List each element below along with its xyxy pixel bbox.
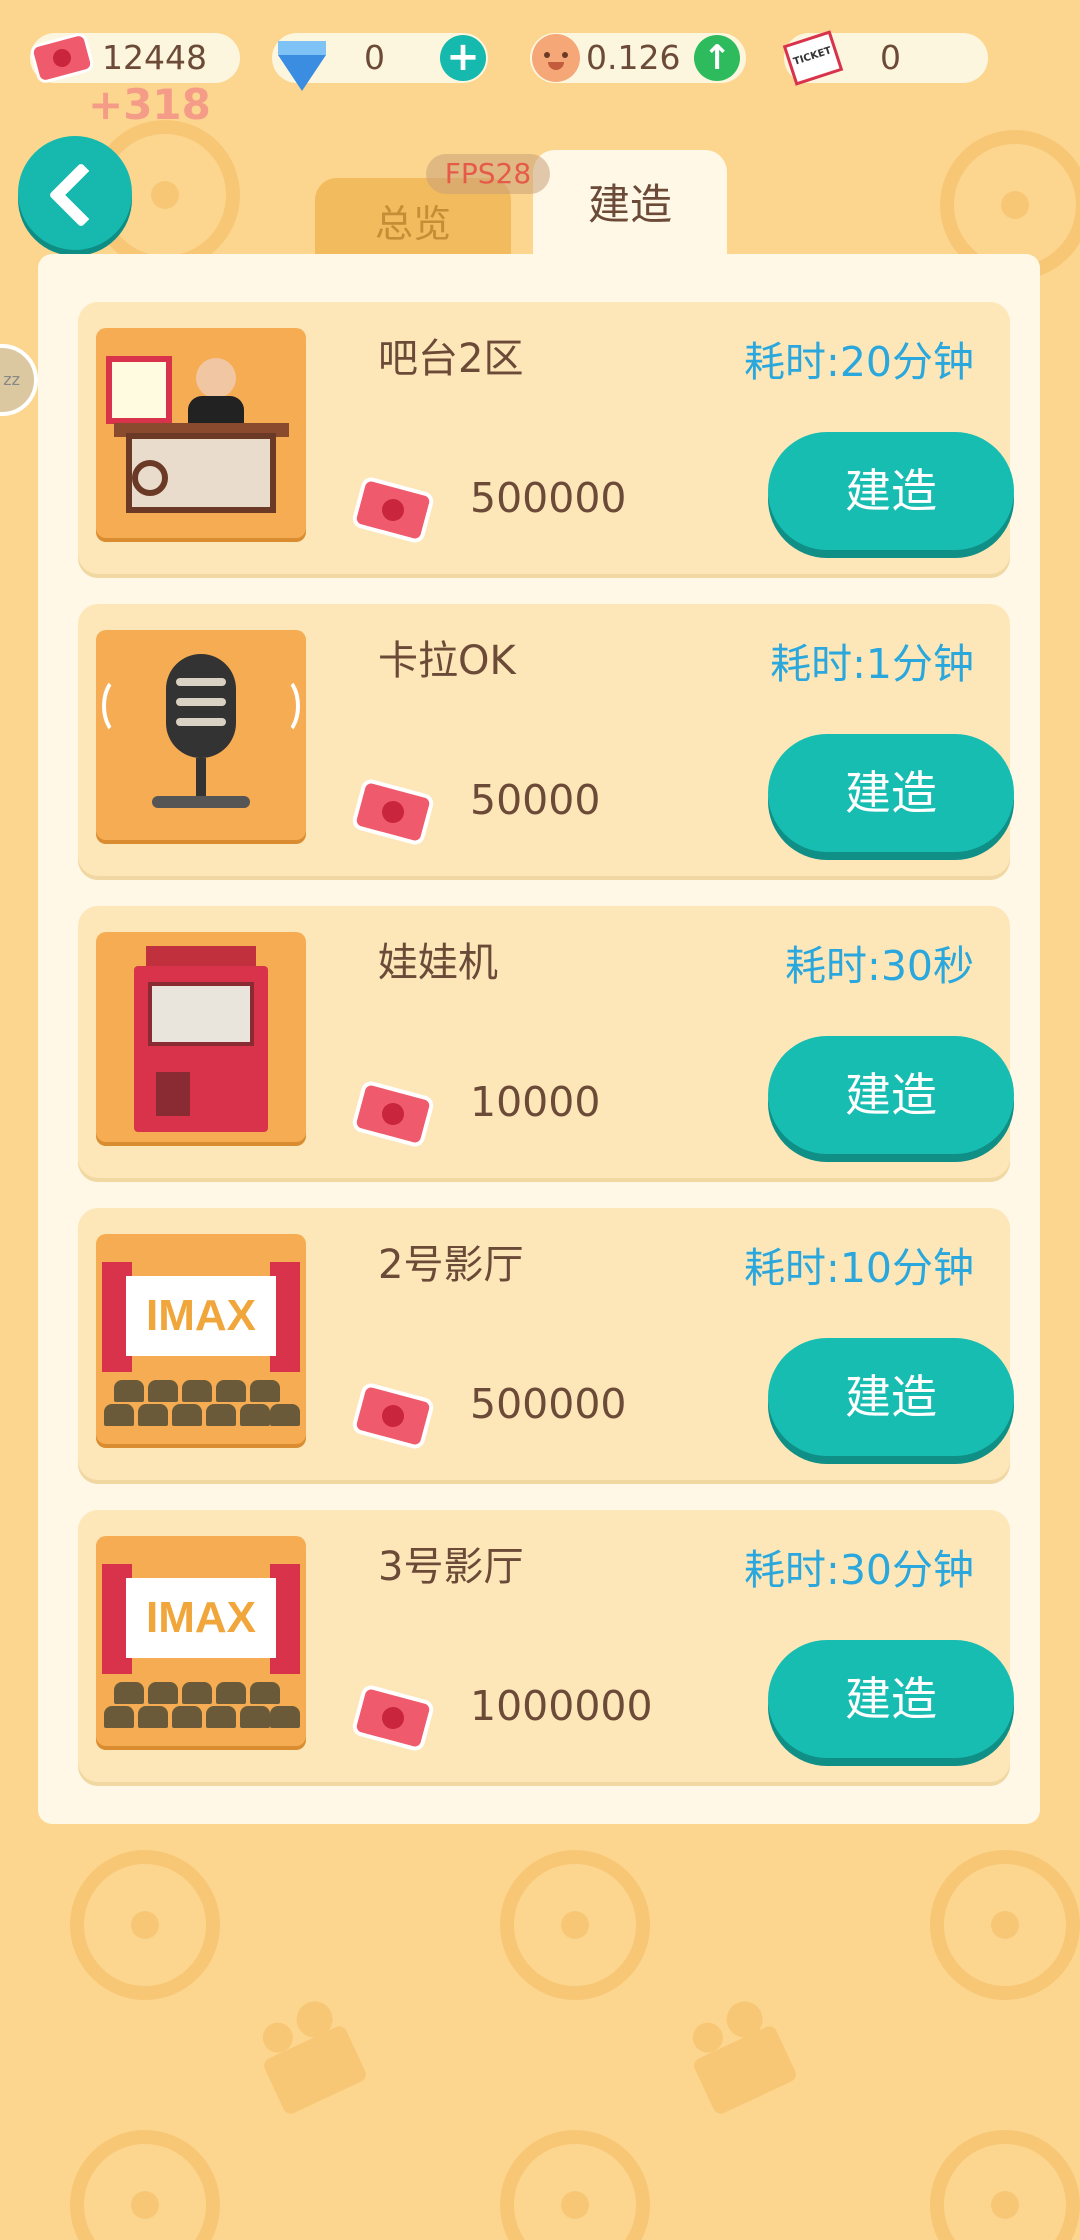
claw-machine-thumbnail (96, 932, 306, 1142)
tab-build-label: 建造 (587, 180, 672, 229)
item-name: 吧台2区 (378, 336, 524, 382)
item-name: 2号影厅 (378, 1242, 524, 1288)
item-price: 50000 (470, 776, 601, 824)
ticket-value: 0 (880, 38, 901, 77)
camera-icon (691, 2023, 799, 2117)
build-card-karaoke: 卡拉OK 50000 耗时:1分钟 建造 (78, 604, 1014, 880)
microphone-thumbnail (96, 630, 306, 840)
build-time: 耗时:10分钟 (744, 1244, 974, 1292)
rate-value: 0.126 (586, 38, 681, 77)
income-popup: +318 (88, 80, 211, 129)
film-reel-icon (930, 2130, 1080, 2240)
film-reel-icon (500, 1850, 650, 2000)
item-name: 卡拉OK (378, 638, 516, 684)
cash-icon (355, 1386, 431, 1446)
fps-counter: FPS28 (426, 154, 550, 194)
build-card-snack-bar: 吧台2区 500000 耗时:20分钟 建造 (78, 302, 1014, 578)
item-price: 500000 (470, 474, 627, 522)
imax-hall-thumbnail: IMAX (96, 1536, 306, 1746)
cash-value: 12448 (102, 38, 207, 77)
build-card-claw-machine: 娃娃机 10000 耗时:30秒 建造 (78, 906, 1014, 1182)
item-price: 500000 (470, 1380, 627, 1428)
build-button[interactable]: 建造 (768, 734, 1014, 852)
film-reel-icon (70, 2130, 220, 2240)
film-reel-icon (70, 1850, 220, 2000)
build-button[interactable]: 建造 (768, 432, 1014, 550)
ticket-counter: TICKET 0 (782, 30, 988, 86)
cash-icon (355, 782, 431, 842)
build-time: 耗时:30秒 (785, 942, 974, 990)
audience-face-icon (532, 34, 580, 82)
cash-counter: 12448 (30, 33, 240, 83)
item-name: 娃娃机 (378, 940, 498, 986)
back-button[interactable] (18, 136, 132, 250)
gem-icon (278, 41, 326, 91)
build-time: 耗时:1分钟 (770, 640, 974, 688)
tab-build[interactable]: 建造 (533, 150, 727, 260)
tab-overview-label: 总览 (374, 202, 451, 246)
build-time: 耗时:20分钟 (744, 338, 974, 386)
cash-icon (355, 1084, 431, 1144)
imax-hall-thumbnail: IMAX (96, 1234, 306, 1444)
build-card-hall-2: IMAX 2号影厅 500000 耗时:10分钟 建造 (78, 1208, 1014, 1484)
item-price: 1000000 (470, 1682, 653, 1730)
build-button[interactable]: 建造 (768, 1338, 1014, 1456)
item-name: 3号影厅 (378, 1544, 524, 1590)
cash-icon (32, 34, 92, 82)
cash-icon (355, 1688, 431, 1748)
add-gems-button[interactable]: + (440, 35, 486, 81)
camera-icon (261, 2023, 369, 2117)
build-card-hall-3: IMAX 3号影厅 1000000 耗时:30分钟 建造 (78, 1510, 1014, 1786)
upgrade-rate-button[interactable]: ↑ (694, 35, 740, 81)
imax-label: IMAX (146, 1593, 256, 1642)
build-time: 耗时:30分钟 (744, 1546, 974, 1594)
build-button[interactable]: 建造 (768, 1640, 1014, 1758)
build-button[interactable]: 建造 (768, 1036, 1014, 1154)
item-price: 10000 (470, 1078, 601, 1126)
snack-bar-thumbnail (96, 328, 306, 538)
imax-label: IMAX (146, 1291, 256, 1340)
build-panel: 吧台2区 500000 耗时:20分钟 建造 卡拉OK 50000 耗时:1分钟… (38, 254, 1040, 1824)
gem-value: 0 (364, 38, 385, 77)
film-reel-icon (930, 1850, 1080, 2000)
cash-icon (355, 480, 431, 540)
film-reel-icon (500, 2130, 650, 2240)
gem-counter: 0 + (272, 33, 488, 91)
chevron-left-icon (48, 162, 114, 228)
rate-counter: 0.126 ↑ (530, 33, 746, 83)
